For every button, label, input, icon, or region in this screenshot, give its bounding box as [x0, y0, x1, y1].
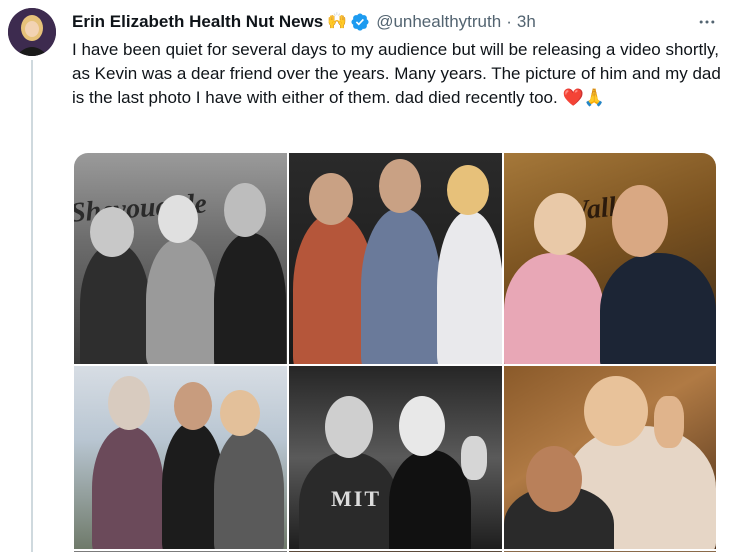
author-handle[interactable]: @unhealthytruth [376, 10, 501, 34]
thread-line [31, 60, 33, 552]
separator-dot: · [506, 12, 512, 31]
photo-6[interactable] [504, 366, 716, 549]
photo-1[interactable]: Sheyouarde [74, 153, 287, 364]
photo-4[interactable] [74, 366, 287, 549]
avatar[interactable] [8, 8, 56, 56]
photo-3[interactable]: Waller [504, 153, 716, 364]
photo-5[interactable]: MIT [289, 366, 502, 549]
photo-2[interactable] [289, 153, 502, 364]
verified-badge-icon [350, 12, 370, 32]
more-options-icon[interactable] [695, 10, 719, 34]
tweet-text: I have been quiet for several days to my… [72, 40, 721, 107]
photo-grid: Sheyouarde Waller MIT [74, 153, 716, 552]
raised-hands-emoji: 🙌 [327, 13, 348, 30]
photo-5-shirt-text: MIT [331, 486, 381, 511]
tweet-header: Erin Elizabeth Health Nut News 🙌 @unheal… [72, 10, 701, 34]
timestamp[interactable]: 3h [517, 10, 536, 34]
author-name[interactable]: Erin Elizabeth Health Nut News [72, 10, 323, 34]
